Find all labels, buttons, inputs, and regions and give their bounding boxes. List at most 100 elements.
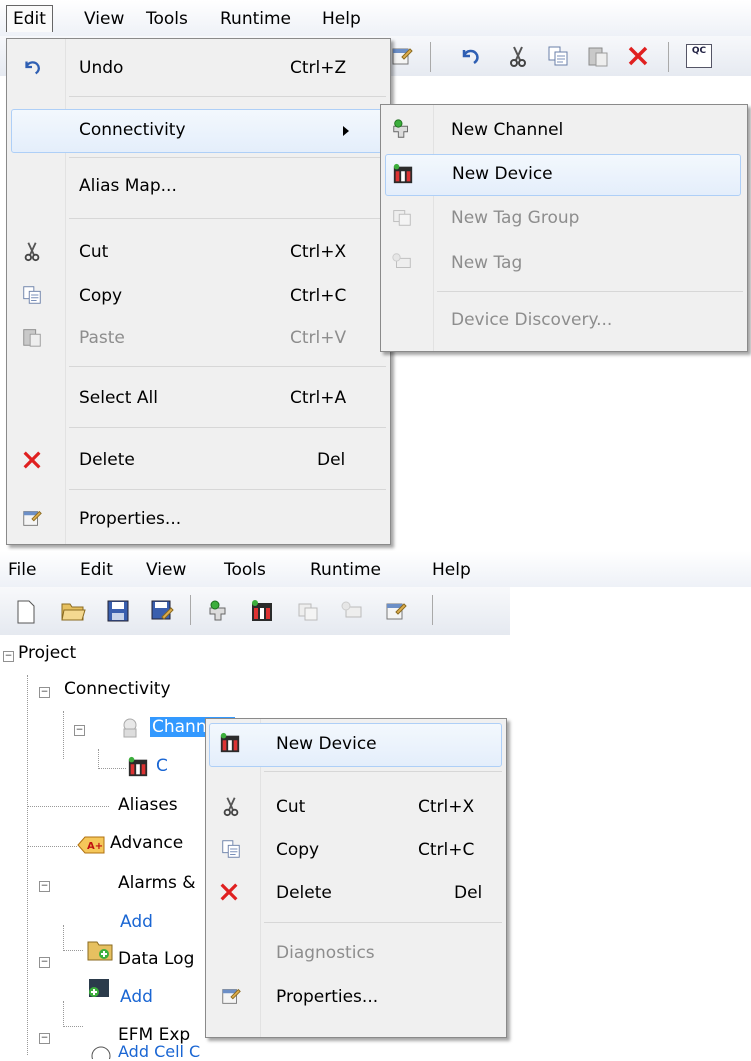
delete-icon bbox=[220, 883, 238, 901]
context-item-diagnostics[interactable]: Diagnostics bbox=[206, 933, 506, 975]
menu-item-new-device[interactable]: New Device bbox=[385, 154, 741, 196]
tree-node-device[interactable]: C bbox=[156, 756, 168, 776]
menu-tools[interactable]: Tools bbox=[140, 6, 194, 32]
menu-separator bbox=[264, 922, 502, 923]
new-channel-icon[interactable] bbox=[206, 599, 232, 623]
advanced-tags-icon: A+ bbox=[77, 836, 105, 854]
new-device-icon bbox=[220, 732, 240, 753]
menu-help[interactable]: Help bbox=[432, 557, 471, 583]
context-item-copy[interactable]: Copy Ctrl+C bbox=[206, 830, 506, 872]
menu-runtime[interactable]: Runtime bbox=[310, 557, 381, 583]
context-item-properties[interactable]: Properties... bbox=[206, 977, 506, 1019]
quick-client-icon[interactable]: QC bbox=[686, 44, 712, 68]
menu-item-label: New Channel bbox=[451, 120, 564, 140]
collapse-toggle-icon[interactable]: − bbox=[3, 651, 14, 662]
menu-tools[interactable]: Tools bbox=[224, 557, 266, 583]
menu-item-new-tag[interactable]: New Tag bbox=[381, 242, 747, 286]
menu-separator bbox=[69, 218, 386, 219]
menu-view[interactable]: View bbox=[78, 6, 130, 32]
menu-item-shortcut: Ctrl+A bbox=[290, 388, 347, 408]
context-item-delete[interactable]: Delete Del bbox=[206, 873, 506, 915]
tree-connector bbox=[63, 925, 64, 951]
menu-item-label: Device Discovery... bbox=[451, 310, 613, 330]
menu-item-label: New Tag Group bbox=[451, 208, 580, 228]
delete-icon[interactable] bbox=[626, 44, 650, 68]
new-tag-icon[interactable] bbox=[340, 599, 364, 623]
toolbar-separator bbox=[668, 42, 669, 72]
cut-icon[interactable] bbox=[506, 44, 530, 68]
menu-item-label: Select All bbox=[79, 388, 158, 408]
menu-item-copy[interactable]: Copy Ctrl+C bbox=[7, 276, 390, 318]
context-item-new-device[interactable]: New Device bbox=[209, 723, 502, 767]
menu-help[interactable]: Help bbox=[316, 6, 367, 32]
menu-item-label: Undo bbox=[79, 58, 124, 78]
menu-view[interactable]: View bbox=[146, 557, 186, 583]
menu-item-properties[interactable]: Properties... bbox=[7, 499, 390, 541]
save-icon[interactable] bbox=[106, 599, 130, 623]
menu-separator bbox=[437, 291, 743, 292]
menu-item-device-discovery[interactable]: Device Discovery... bbox=[381, 301, 747, 345]
tree-node-advanced[interactable]: Advance bbox=[110, 833, 183, 853]
collapse-toggle-icon[interactable]: − bbox=[39, 687, 50, 698]
menu-runtime[interactable]: Runtime bbox=[214, 6, 297, 32]
menu-item-paste[interactable]: Paste Ctrl+V bbox=[7, 318, 390, 360]
expand-toggle-icon[interactable]: − bbox=[39, 957, 50, 968]
menu-separator bbox=[69, 489, 386, 490]
menu-item-new-channel[interactable]: New Channel bbox=[381, 109, 747, 153]
context-menu: New Device Cut Ctrl+X Copy Ctrl+C Delete… bbox=[205, 718, 507, 1038]
menu-item-shortcut: Del bbox=[317, 450, 346, 470]
menu-edit[interactable]: Edit bbox=[80, 557, 113, 583]
tree-node-project[interactable]: Project bbox=[18, 643, 76, 663]
tree-node-datalog-add[interactable]: Add bbox=[120, 987, 153, 1007]
paste-icon bbox=[23, 329, 41, 347]
toolbar-separator bbox=[432, 595, 433, 625]
menu-item-label: Delete bbox=[276, 883, 332, 903]
menu-file[interactable]: File bbox=[8, 557, 36, 583]
properties-icon[interactable] bbox=[384, 599, 408, 623]
menu-item-label: Paste bbox=[79, 328, 125, 348]
tree-node-efm-add[interactable]: Add Cell C bbox=[118, 1042, 200, 1061]
menu-item-shortcut: Ctrl+C bbox=[290, 286, 347, 306]
undo-icon bbox=[25, 61, 40, 75]
tree-node-aliases[interactable]: Aliases bbox=[118, 795, 178, 815]
expand-toggle-icon[interactable]: − bbox=[39, 881, 50, 892]
menu-item-cut[interactable]: Cut Ctrl+X bbox=[7, 232, 390, 274]
copy-icon[interactable] bbox=[546, 44, 570, 68]
menu-item-new-tag-group[interactable]: New Tag Group bbox=[381, 197, 747, 241]
tree-connector bbox=[27, 675, 28, 1055]
menu-item-alias-map[interactable]: Alias Map... bbox=[7, 166, 390, 208]
context-item-cut[interactable]: Cut Ctrl+X bbox=[206, 787, 506, 829]
new-device-icon[interactable] bbox=[250, 599, 274, 623]
properties-icon[interactable] bbox=[390, 44, 414, 68]
menu-item-label: Copy bbox=[276, 840, 320, 860]
tree-connector bbox=[63, 1001, 64, 1027]
tree-node-connectivity[interactable]: Connectivity bbox=[64, 679, 171, 699]
open-folder-icon[interactable] bbox=[60, 599, 86, 623]
new-tag-group-icon[interactable] bbox=[296, 599, 320, 623]
menu-separator bbox=[69, 96, 386, 97]
menu-edit[interactable]: Edit bbox=[6, 5, 53, 32]
new-file-icon[interactable] bbox=[14, 599, 38, 625]
tree-node-datalog[interactable]: Data Log bbox=[118, 949, 194, 969]
expand-toggle-icon[interactable]: − bbox=[39, 1033, 50, 1044]
menu-item-delete[interactable]: Delete Del bbox=[7, 440, 390, 482]
new-tag-icon bbox=[392, 253, 411, 268]
tree-node-alarms[interactable]: Alarms & bbox=[118, 873, 196, 893]
cut-icon bbox=[223, 797, 239, 817]
collapse-toggle-icon[interactable]: − bbox=[74, 725, 85, 736]
tree-node-alarms-add[interactable]: Add bbox=[120, 912, 153, 932]
save-as-icon[interactable] bbox=[150, 599, 174, 623]
menu-item-undo[interactable]: Undo Ctrl+Z bbox=[7, 48, 390, 90]
new-device-icon bbox=[393, 163, 413, 184]
connectivity-submenu: New Channel New Device New Tag Group New… bbox=[380, 104, 748, 352]
delete-icon bbox=[23, 451, 41, 469]
toolbar-separator bbox=[190, 595, 191, 625]
menu-item-shortcut: Ctrl+Z bbox=[290, 58, 347, 78]
menu-item-select-all[interactable]: Select All Ctrl+A bbox=[7, 378, 390, 420]
menu-item-connectivity[interactable]: Connectivity bbox=[11, 109, 386, 153]
paste-icon[interactable] bbox=[586, 44, 610, 68]
undo-icon[interactable] bbox=[458, 44, 482, 68]
menu-item-label: New Device bbox=[452, 164, 553, 184]
menu-item-label: New Tag bbox=[451, 253, 523, 273]
device-icon bbox=[128, 756, 148, 777]
